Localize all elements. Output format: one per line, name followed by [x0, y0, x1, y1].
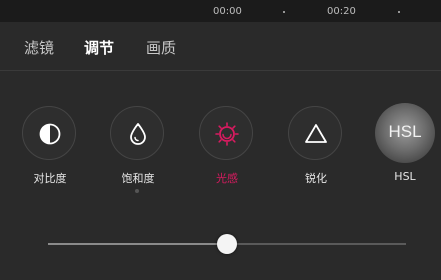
hsl-icon: HSL — [375, 103, 435, 163]
tool-hsl-label: HSL — [394, 170, 416, 183]
slider-fill — [48, 243, 227, 245]
tab-quality[interactable]: 画质 — [146, 37, 176, 58]
contrast-icon — [39, 123, 61, 145]
tool-sharpen[interactable]: 锐化 — [286, 106, 346, 186]
triangle-icon — [305, 124, 327, 143]
tool-contrast-label: 对比度 — [33, 172, 67, 185]
contrast-button-circle — [22, 106, 76, 160]
slider-thumb[interactable] — [217, 234, 237, 254]
modified-indicator-dot — [135, 189, 139, 193]
tool-hsl[interactable]: HSL HSL — [375, 103, 435, 186]
adjust-slider[interactable] — [48, 234, 406, 254]
tool-contrast[interactable]: 对比度 — [20, 106, 80, 186]
timeline-dot — [283, 11, 285, 13]
saturation-button-circle — [110, 106, 164, 160]
tab-bar: 滤镜 调节 画质 — [0, 22, 441, 70]
tab-divider — [0, 70, 441, 71]
tool-light-sense[interactable]: 光感 — [197, 106, 257, 186]
tool-sharpen-label: 锐化 — [305, 172, 327, 185]
sharpen-button-circle — [288, 106, 342, 160]
timeline-tick-20s: 00:20 — [327, 6, 356, 17]
tab-adjust[interactable]: 调节 — [84, 37, 114, 58]
light-sense-icon — [215, 122, 239, 146]
timeline-tick-start: 00:00 — [213, 6, 242, 17]
hsl-icon-text: HSL — [388, 122, 422, 141]
timeline-dot — [398, 11, 400, 13]
tool-light-sense-label: 光感 — [216, 172, 238, 185]
timeline-bar: 00:00 00:20 — [0, 0, 441, 22]
tab-filter[interactable]: 滤镜 — [24, 37, 54, 58]
light-sense-button-circle — [199, 106, 253, 160]
droplet-icon — [130, 123, 146, 145]
tool-saturation-label: 饱和度 — [121, 172, 155, 185]
tool-saturation[interactable]: 饱和度 — [108, 106, 168, 193]
